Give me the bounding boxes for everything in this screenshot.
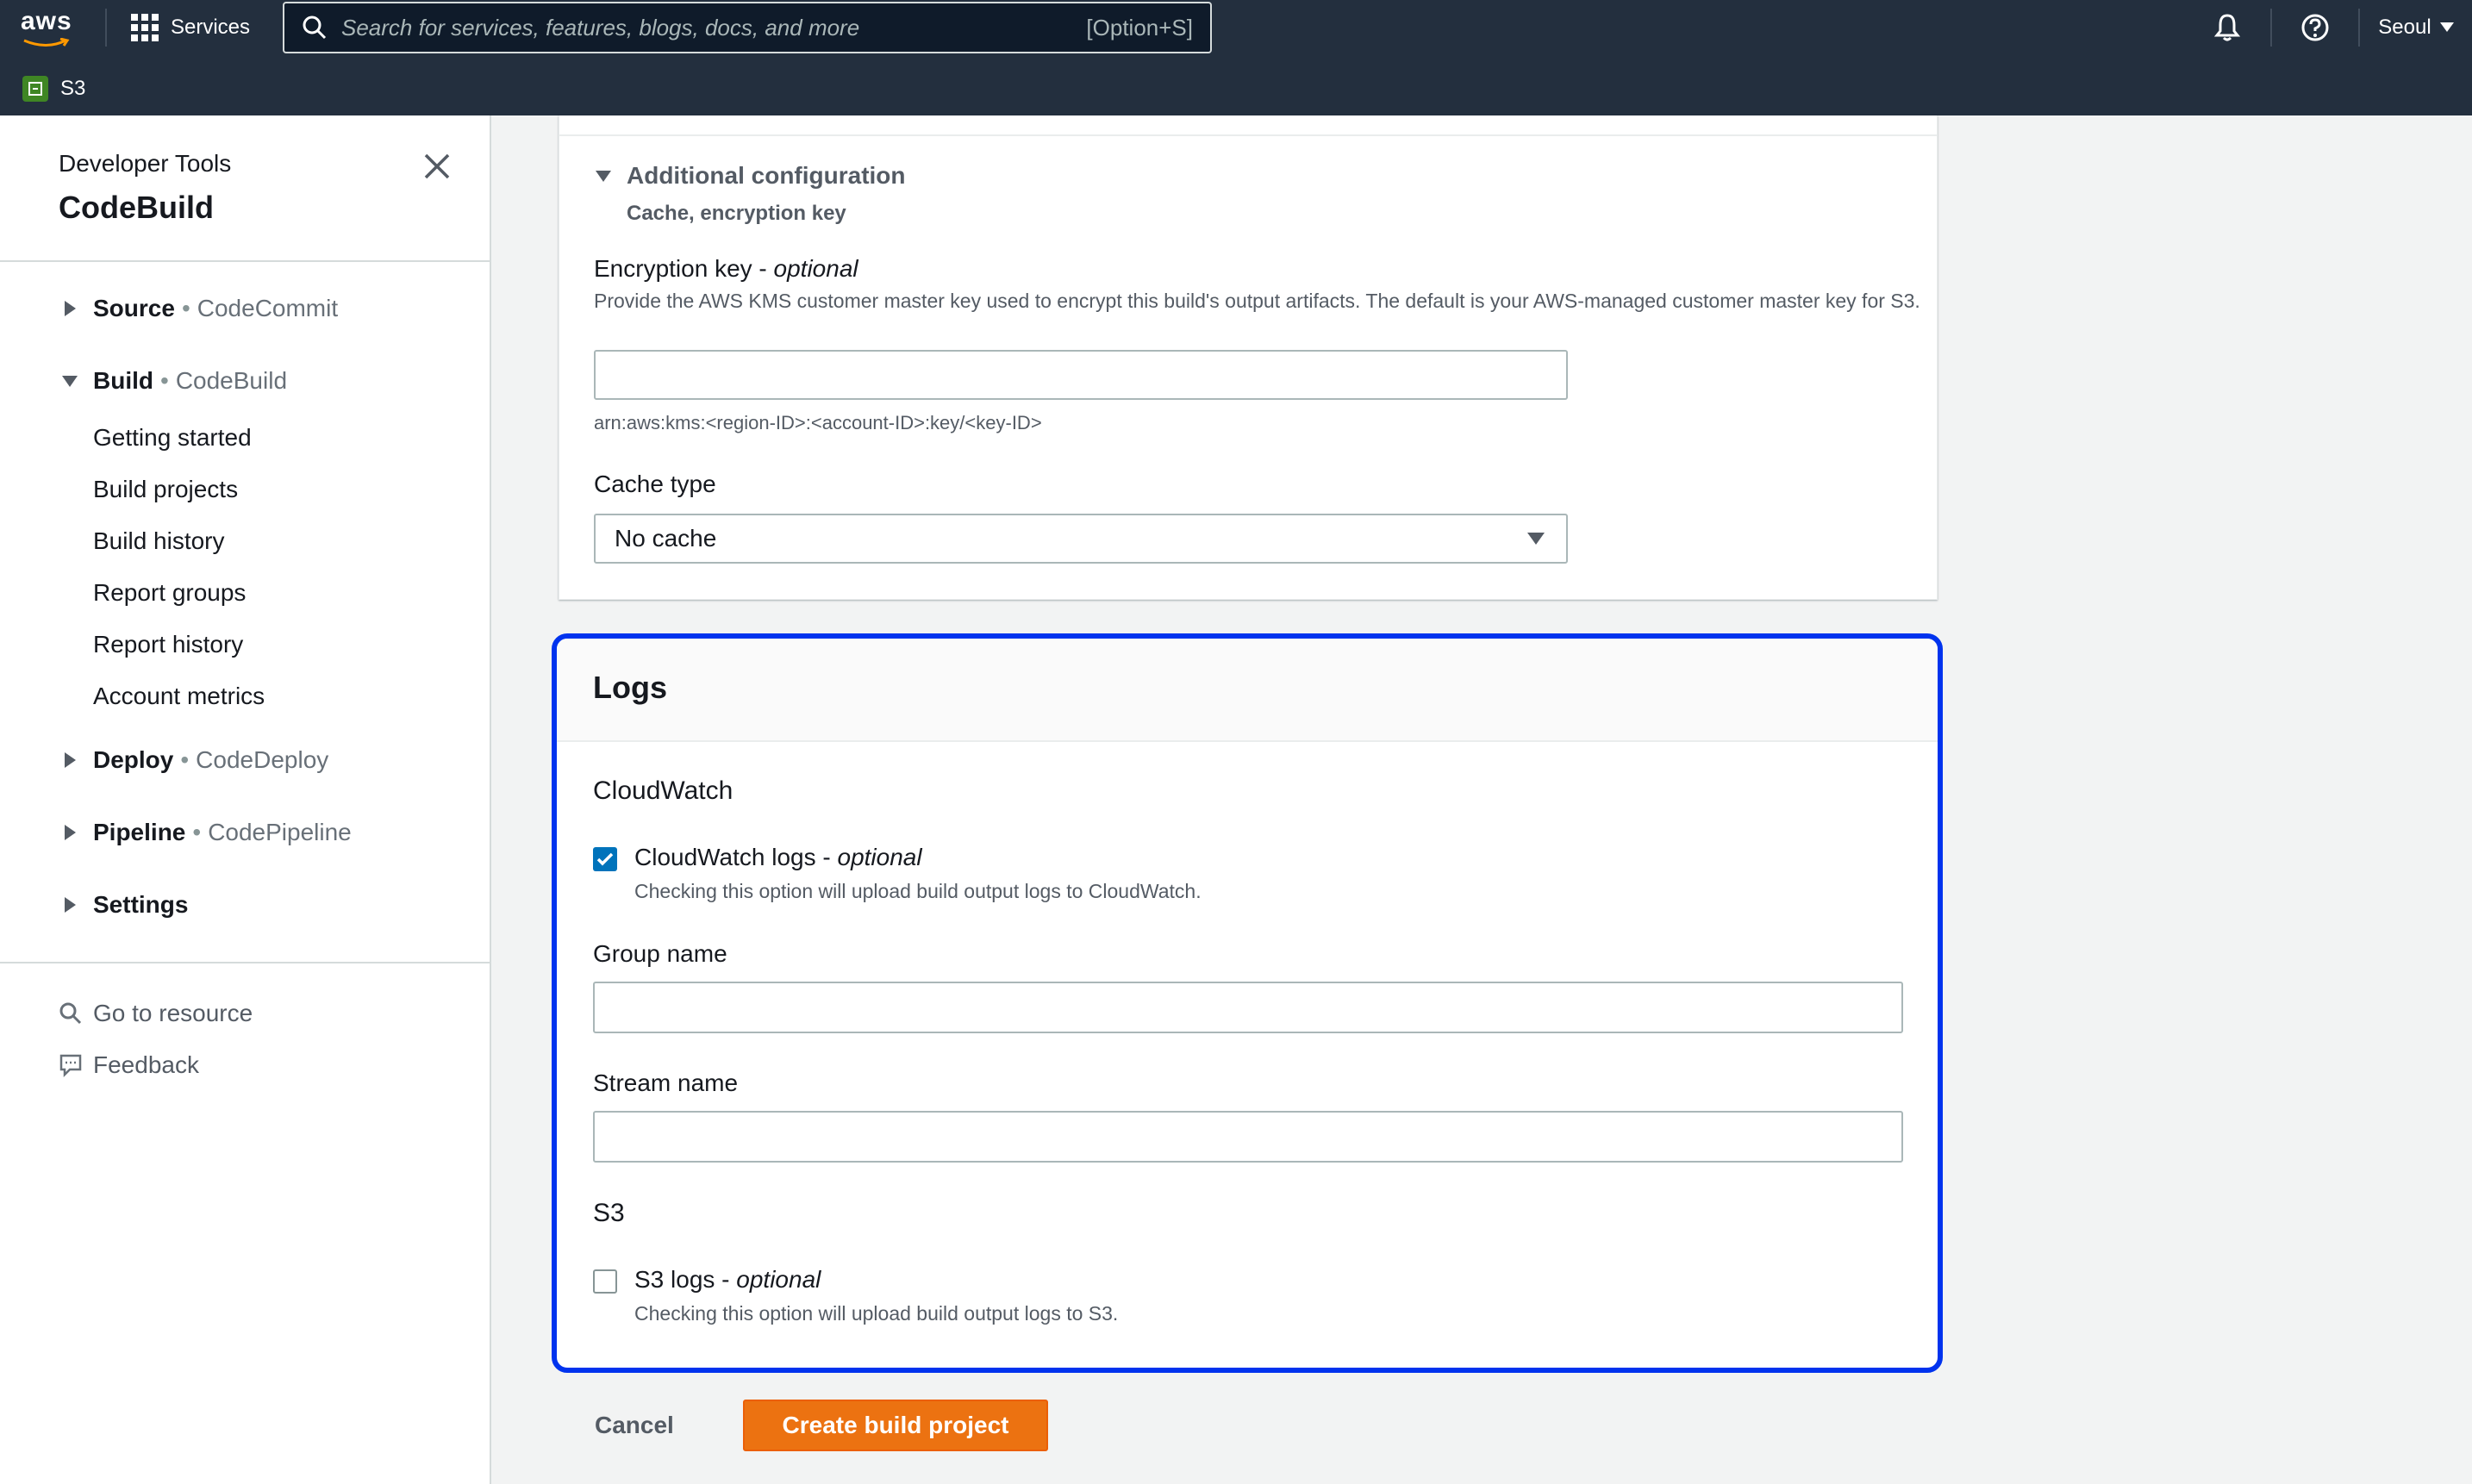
region-label: Seoul xyxy=(2378,16,2431,39)
caret-right-icon xyxy=(65,825,76,840)
search-input[interactable]: Search for services, features, blogs, do… xyxy=(283,2,1212,53)
divider xyxy=(559,134,1937,136)
logs-title: Logs xyxy=(593,670,667,705)
caret-right-icon xyxy=(65,897,76,913)
cloudwatch-logs-description: Checking this option will upload build o… xyxy=(634,880,1202,902)
divider xyxy=(0,260,490,262)
s3-logs-label[interactable]: S3 logs - optional xyxy=(634,1266,821,1294)
close-icon[interactable] xyxy=(422,152,452,181)
help-icon xyxy=(2301,14,2329,41)
favorite-s3-link[interactable]: S3 xyxy=(60,77,85,101)
section-service: CodePipeline xyxy=(208,819,352,845)
services-grid-icon xyxy=(131,14,159,41)
section-label: Settings xyxy=(93,891,189,918)
aws-logo[interactable]: aws xyxy=(21,7,76,52)
search-icon xyxy=(303,16,327,40)
sidebar-section-build[interactable]: Build • CodeBuild xyxy=(60,367,287,395)
s3-heading: S3 xyxy=(593,1199,625,1227)
aws-logo-text: aws xyxy=(21,7,72,35)
sidebar-item-report-groups[interactable]: Report groups xyxy=(93,579,246,607)
sidebar-item-account-metrics[interactable]: Account metrics xyxy=(93,683,265,710)
favorites-bar: S3 xyxy=(0,62,85,115)
section-service: CodeDeploy xyxy=(196,746,329,773)
group-name-input[interactable] xyxy=(593,982,1903,1033)
additional-configuration-title: Additional configuration xyxy=(627,162,906,189)
sidebar-section-source[interactable]: Source • CodeCommit xyxy=(60,295,338,322)
s3-logs-description: Checking this option will upload build o… xyxy=(634,1302,1119,1325)
sidebar-item-report-history[interactable]: Report history xyxy=(93,631,243,658)
search-icon xyxy=(59,1002,82,1025)
caret-down-icon xyxy=(62,376,78,387)
s3-service-icon xyxy=(22,76,48,102)
cache-type-value: No cache xyxy=(615,525,717,552)
section-label: Pipeline xyxy=(93,819,186,845)
s3-logs-checkbox[interactable] xyxy=(593,1269,617,1294)
sidebar-item-build-projects[interactable]: Build projects xyxy=(93,476,238,503)
search-shortcut: [Option+S] xyxy=(1086,14,1193,41)
sidebar-title[interactable]: CodeBuild xyxy=(59,190,231,226)
section-service: CodeBuild xyxy=(175,367,288,394)
cache-type-select[interactable]: No cache xyxy=(594,514,1568,564)
encryption-key-label: Encryption key - optional xyxy=(594,255,858,282)
aws-smile-icon xyxy=(23,38,70,47)
divider xyxy=(0,962,490,963)
feedback-icon xyxy=(59,1054,82,1077)
checkmark-icon xyxy=(596,852,614,866)
additional-configuration-subtitle: Cache, encryption key xyxy=(627,202,846,225)
encryption-key-hint: arn:aws:kms:<region-ID>:<account-ID>:key… xyxy=(594,412,1042,433)
feedback-link[interactable]: Feedback xyxy=(59,1051,199,1079)
additional-configuration-toggle[interactable]: Additional configuration xyxy=(594,162,906,190)
region-selector[interactable]: Seoul xyxy=(2360,16,2472,40)
cache-type-label: Cache type xyxy=(594,471,716,497)
stream-name-input[interactable] xyxy=(593,1111,1903,1163)
encryption-key-description: Provide the AWS KMS customer master key … xyxy=(594,290,1920,312)
cloudwatch-heading: CloudWatch xyxy=(593,776,733,805)
caret-right-icon xyxy=(65,301,76,316)
section-label: Deploy xyxy=(93,746,174,773)
logs-panel-header: Logs xyxy=(557,639,1938,742)
sidebar-section-deploy[interactable]: Deploy • CodeDeploy xyxy=(60,746,328,774)
section-label: Build xyxy=(93,367,153,394)
side-navigation: Developer Tools CodeBuild Source • CodeC… xyxy=(0,115,491,1484)
create-build-project-button[interactable]: Create build project xyxy=(743,1400,1048,1451)
group-name-label: Group name xyxy=(593,940,727,967)
encryption-key-input[interactable] xyxy=(594,350,1568,400)
section-service: CodeCommit xyxy=(197,295,339,321)
services-label: Services xyxy=(171,16,251,39)
sidebar-section-pipeline[interactable]: Pipeline • CodePipeline xyxy=(60,819,352,846)
sidebar-item-getting-started[interactable]: Getting started xyxy=(93,424,252,452)
cloudwatch-logs-label[interactable]: CloudWatch logs - optional xyxy=(634,844,922,871)
sidebar-item-build-history[interactable]: Build history xyxy=(93,527,225,555)
go-to-resource-label: Go to resource xyxy=(93,1000,253,1026)
caret-down-icon xyxy=(1527,533,1545,545)
caret-right-icon xyxy=(65,752,76,768)
section-label: Source xyxy=(93,295,175,321)
logs-panel: Logs CloudWatch CloudWatch logs - option… xyxy=(552,633,1943,1373)
cancel-button[interactable]: Cancel xyxy=(595,1400,674,1451)
sidebar-section-settings[interactable]: Settings xyxy=(60,891,188,919)
notifications-button[interactable] xyxy=(2184,0,2270,55)
bell-icon xyxy=(2213,14,2241,41)
go-to-resource-link[interactable]: Go to resource xyxy=(59,1000,253,1027)
caret-down-icon xyxy=(2439,22,2454,32)
stream-name-label: Stream name xyxy=(593,1069,739,1096)
top-navigation: aws Services Search for services, featur… xyxy=(0,0,2472,115)
cloudwatch-logs-checkbox[interactable] xyxy=(593,847,617,871)
help-button[interactable] xyxy=(2272,0,2358,55)
services-menu-button[interactable]: Services xyxy=(131,9,250,47)
caret-down-icon xyxy=(596,171,611,182)
sidebar-overline: Developer Tools xyxy=(59,150,232,177)
feedback-label: Feedback xyxy=(93,1051,199,1078)
additional-configuration-panel: Additional configuration Cache, encrypti… xyxy=(559,115,1938,600)
nav-divider xyxy=(105,9,107,47)
search-placeholder: Search for services, features, blogs, do… xyxy=(341,14,860,41)
